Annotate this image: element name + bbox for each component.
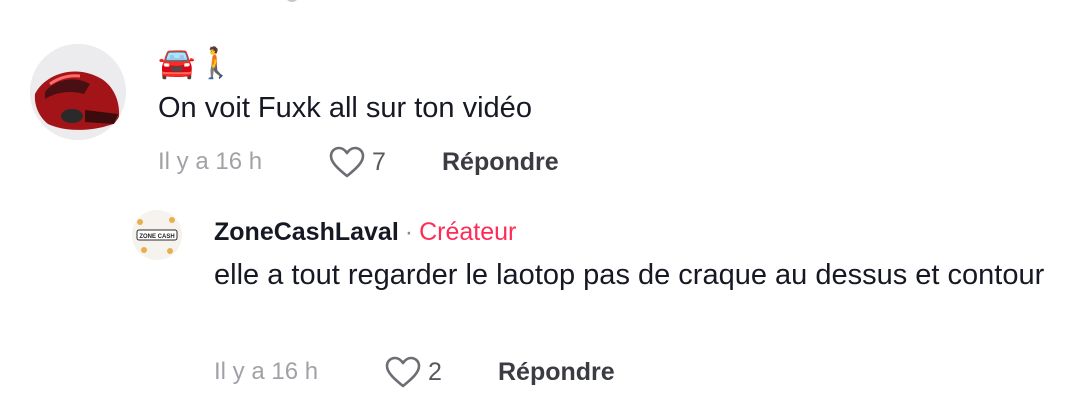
- heart-outline-icon: [329, 146, 365, 178]
- reply-button[interactable]: Répondre: [442, 148, 559, 177]
- reply-like-button[interactable]: 2: [384, 355, 498, 389]
- comment-meta: Il y a 16 h 7 Répondre: [158, 142, 559, 182]
- reply-text: elle a tout regarder le laotop pas de cr…: [214, 259, 1045, 291]
- reply-author-line: ZoneCashLaval · Créateur: [214, 218, 516, 247]
- reply-meta: Il y a 16 h 2 Répondre: [214, 352, 615, 392]
- like-count: 7: [372, 147, 386, 176]
- svg-text:ZONE CASH: ZONE CASH: [139, 234, 174, 240]
- heart-outline-icon: [385, 356, 421, 388]
- zonecash-logo-icon: ZONE CASH: [132, 210, 182, 260]
- reply-like-count: 2: [428, 357, 442, 386]
- separator-dot: ·: [404, 218, 414, 246]
- creator-badge: Créateur: [419, 218, 517, 246]
- comment-thread: 🚘🚶 On voit Fuxk all sur ton vidéo Il y a…: [0, 0, 1088, 408]
- avatar[interactable]: [30, 44, 126, 140]
- comment-timestamp: Il y a 16 h: [158, 148, 263, 175]
- previous-item-fragment: [285, 0, 299, 2]
- creator-avatar[interactable]: ZONE CASH: [132, 210, 182, 260]
- like-button[interactable]: 7: [328, 145, 442, 179]
- reply-author[interactable]: ZoneCashLaval: [214, 218, 399, 246]
- comment-author[interactable]: 🚘🚶: [158, 46, 237, 81]
- car-photo-avatar-icon: [30, 44, 126, 140]
- comment-text: On voit Fuxk all sur ton vidéo: [158, 92, 532, 124]
- reply-timestamp: Il y a 16 h: [214, 358, 319, 385]
- reply-reply-button[interactable]: Répondre: [498, 358, 615, 387]
